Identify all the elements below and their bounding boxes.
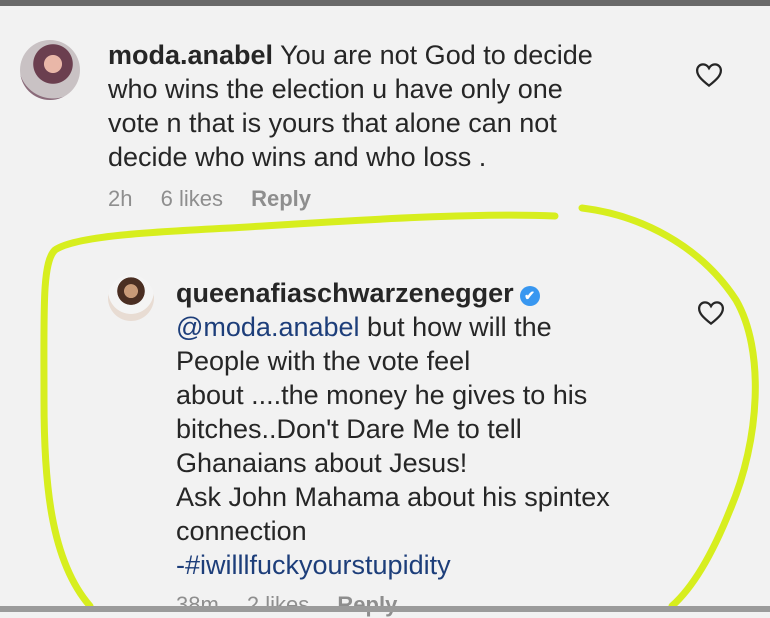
bottom-edge-bar — [0, 606, 770, 612]
highlight-circle — [40, 204, 759, 610]
